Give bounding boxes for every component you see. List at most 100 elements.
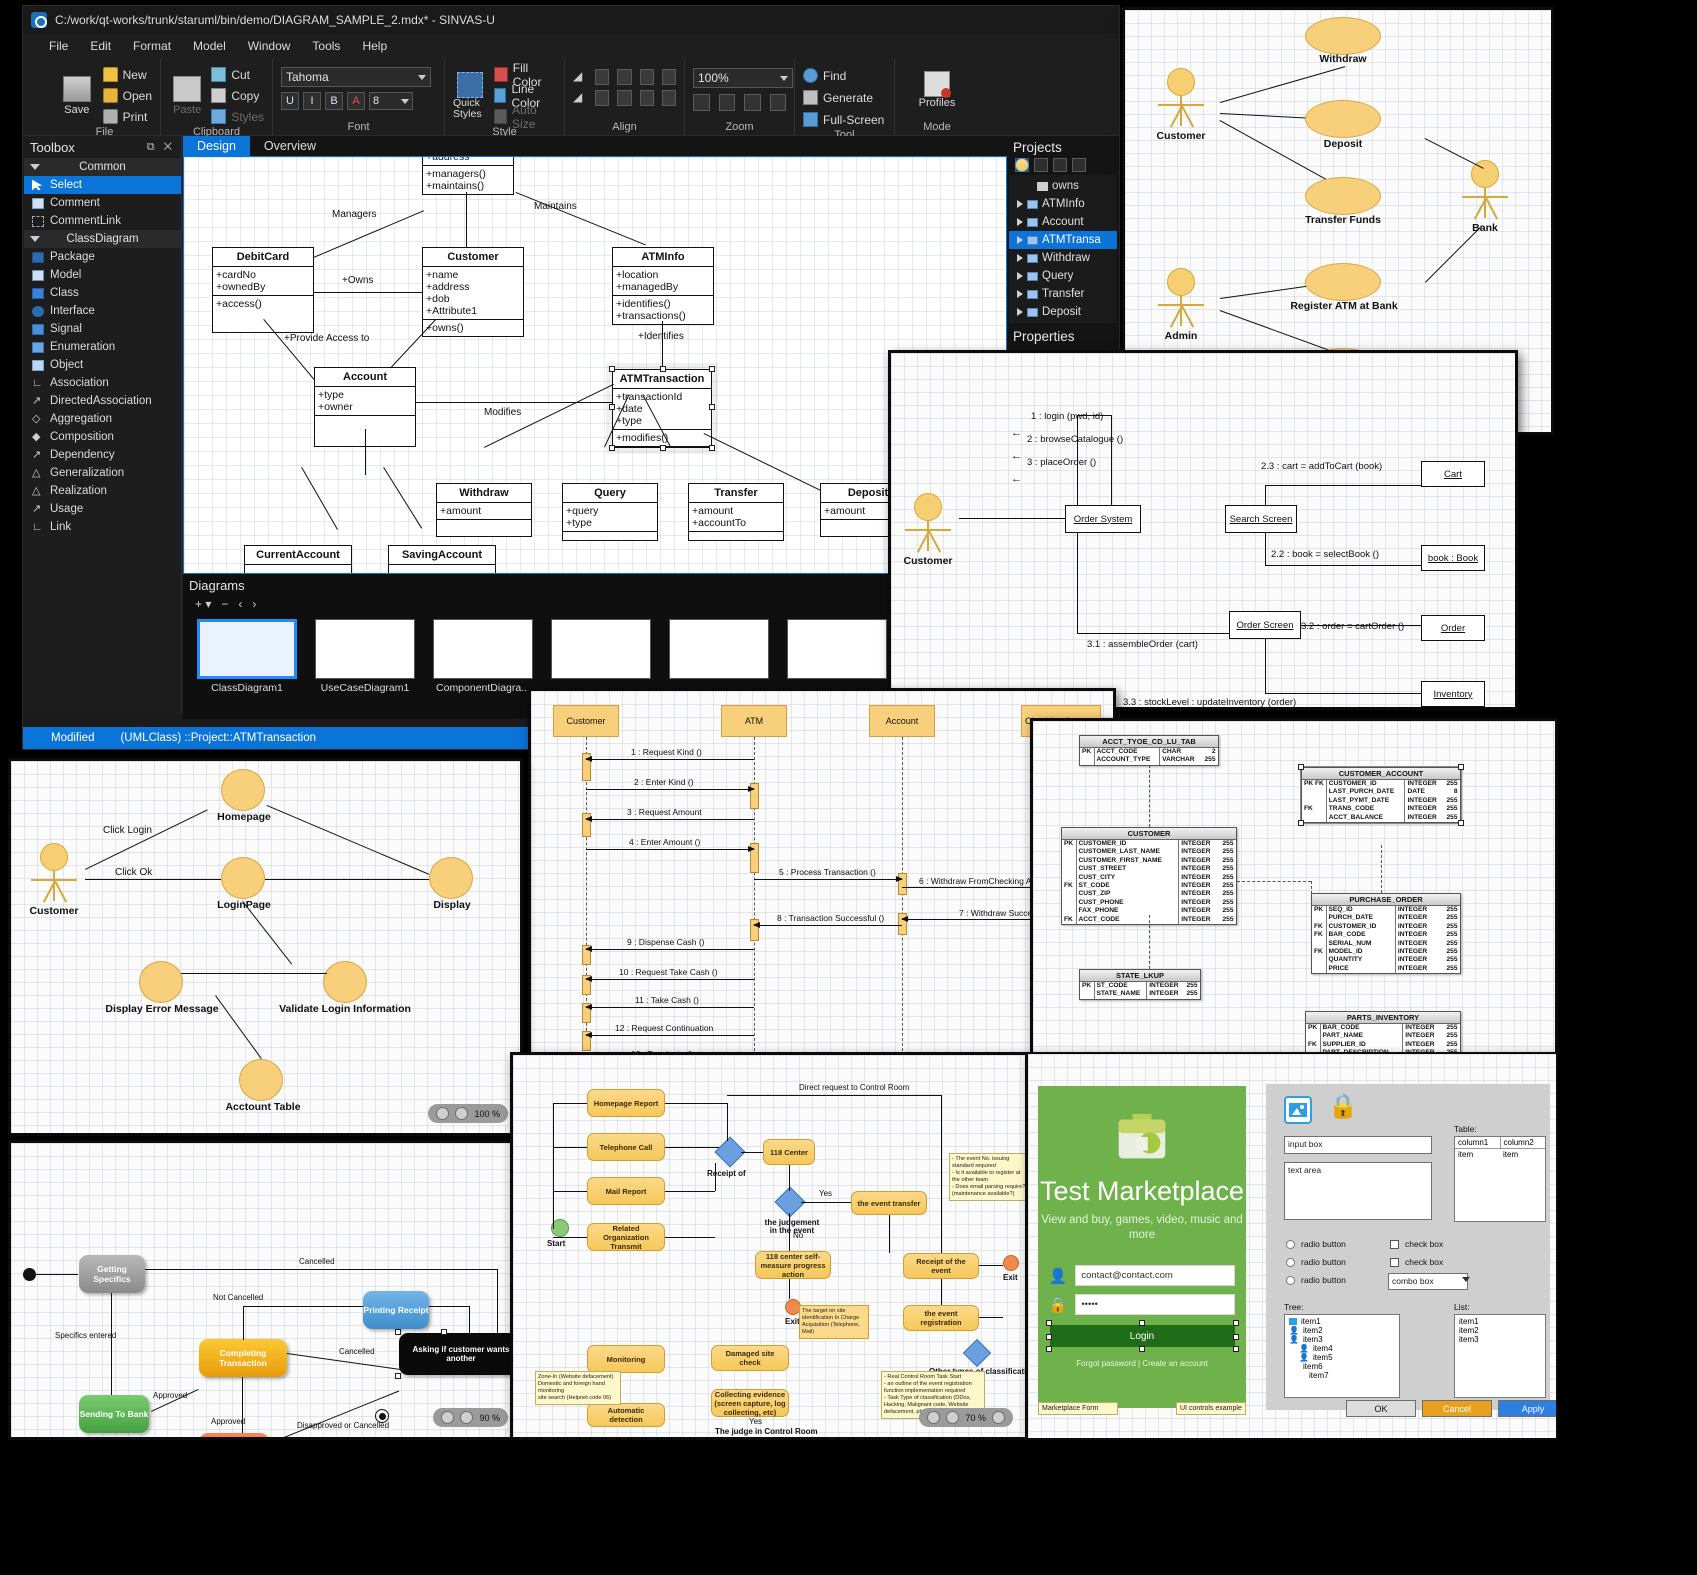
usecase-actor-customer[interactable]: Customer (1151, 68, 1211, 142)
ui-controls-panel[interactable]: 🔒 input box text area radio button radio… (1266, 1084, 1550, 1410)
marketplace-footer-links[interactable]: Forgot password | Create an account (1076, 1359, 1207, 1368)
quick-styles-button[interactable]: Quick Styles (453, 71, 488, 120)
state-getting-specifics[interactable]: Getting Specifics (79, 1255, 145, 1293)
login-button[interactable]: Login (1049, 1325, 1235, 1347)
align-center-icon[interactable] (639, 90, 654, 106)
objectflow-node-loginpage[interactable] (221, 857, 265, 899)
class-node-withdraw[interactable]: Withdraw +amount (436, 483, 532, 537)
state-asking-another[interactable]: Asking if customer wants another (395, 1329, 520, 1379)
toolbox-item-object[interactable]: Object (24, 356, 181, 374)
pan-tool-icon[interactable] (441, 1411, 455, 1424)
class-node-bank[interactable]: Bank +address +managers() +maintains() (422, 157, 514, 195)
comm-actor-customer[interactable]: Customer (897, 493, 959, 567)
toolbox-item-dependency[interactable]: ↗ Dependency (24, 446, 181, 464)
resize-handle[interactable] (609, 445, 615, 451)
resize-handle[interactable] (609, 404, 615, 410)
usecase-actor-bank[interactable]: Bank (1455, 160, 1515, 234)
align-right-icon[interactable] (617, 90, 632, 106)
diagram-thumbnail[interactable] (551, 619, 651, 694)
new-button[interactable]: New (102, 65, 152, 84)
toolbox-item-aggregation[interactable]: ◇ Aggregation (24, 410, 181, 428)
resize-handle[interactable] (395, 1373, 401, 1379)
objectflow-node-homepage[interactable] (221, 769, 265, 811)
expand-arrow-icon[interactable] (1017, 272, 1023, 280)
pan-tool-icon[interactable] (436, 1107, 450, 1120)
list-widget[interactable]: item1 item2 item3 (1454, 1314, 1546, 1398)
tree-item-transfer[interactable]: Transfer (1009, 285, 1117, 303)
tree-item[interactable]: 👤 item5 (1289, 1353, 1399, 1362)
align-middle-icon[interactable] (639, 69, 654, 85)
state-sending-to-bank[interactable]: Sending To Bank (79, 1395, 149, 1433)
lifeline-head-customer[interactable]: Customer (553, 705, 619, 737)
diagram-thumbnail[interactable] (787, 619, 887, 694)
activity-automatic-detection[interactable]: Automatic detection (587, 1403, 665, 1427)
activity-related-org-transmit[interactable]: Related Organization Transmit (587, 1223, 665, 1251)
toolbox-item-select[interactable]: Select (24, 176, 181, 194)
resize-handle[interactable] (1232, 1346, 1239, 1352)
radio-button-3[interactable] (1286, 1276, 1295, 1285)
lifeline-head-atm[interactable]: ATM (721, 705, 787, 737)
toolbox-item-usage[interactable]: ↗ Usage (24, 500, 181, 518)
activity-zoom-bar[interactable]: 70 % (919, 1408, 1013, 1427)
activity-damaged-site-check[interactable]: Damaged site check (711, 1345, 789, 1371)
activity-diagram-window[interactable]: Start Homepage Report Telephone Call Mai… (510, 1052, 1028, 1440)
open-button[interactable]: Open (102, 86, 152, 105)
align-bottom-icon[interactable] (617, 69, 632, 85)
tree-root-item[interactable]: owns (1009, 177, 1117, 195)
tree-item-deposit[interactable]: Deposit (1009, 303, 1117, 321)
add-diagram-button[interactable]: + ▾ (195, 597, 211, 611)
toolbox-item-directedassociation[interactable]: ↗ DirectedAssociation (24, 392, 181, 410)
resize-handle[interactable] (609, 366, 615, 372)
tree-item-atminfo[interactable]: ATMInfo (1009, 195, 1117, 213)
ok-button[interactable]: OK (1346, 1400, 1416, 1417)
next-diagram-button[interactable]: › (252, 597, 256, 611)
activity-mail-report[interactable]: Mail Report (587, 1177, 665, 1205)
toolbox-section-common[interactable]: Common (24, 158, 181, 176)
zoom-actual-size-icon[interactable] (769, 94, 786, 111)
email-field[interactable]: contact@contact.com (1075, 1265, 1236, 1286)
align-distribute-h-icon[interactable] (661, 69, 676, 85)
tree-item-withdraw[interactable]: Withdraw (1009, 249, 1117, 267)
password-field[interactable]: ••••• (1075, 1294, 1236, 1315)
collapse-all-icon[interactable] (1034, 158, 1048, 172)
toolbox-item-realization[interactable]: △ Realization (24, 482, 181, 500)
ui-mockup-window[interactable]: Test Marketplace View and buy, games, vi… (1026, 1052, 1558, 1440)
resize-handle[interactable] (1232, 1334, 1239, 1340)
communication-diagram-window[interactable]: Customer Order System Search Screen Orde… (888, 350, 1518, 710)
cancel-button[interactable]: Cancel (1422, 1400, 1492, 1417)
resize-handle[interactable] (1045, 1346, 1052, 1352)
bold-button[interactable]: B (325, 92, 343, 110)
lifeline-head-account[interactable]: Account (869, 705, 935, 737)
usecase-actor-admin[interactable]: Admin (1151, 268, 1211, 342)
find-button[interactable]: Find (803, 66, 886, 85)
underline-button[interactable]: U (281, 92, 299, 110)
objectflow-node-display[interactable] (429, 857, 473, 899)
radio-button-2[interactable] (1286, 1258, 1295, 1267)
auto-size-button[interactable]: Auto Size (493, 103, 556, 131)
expand-arrow-icon[interactable] (1017, 290, 1023, 298)
usecase-withdraw[interactable] (1305, 17, 1381, 55)
font-family-select[interactable]: Tahoma (281, 67, 431, 87)
expand-arrow-icon[interactable] (1017, 218, 1023, 226)
apply-button[interactable]: Apply (1498, 1400, 1556, 1417)
table-widget[interactable]: column1 column2 item item (1454, 1136, 1546, 1222)
tree-item[interactable]: 👤 item3 (1289, 1335, 1399, 1344)
font-size-select[interactable]: 8 (369, 92, 413, 110)
tab-overview[interactable]: Overview (250, 136, 330, 156)
class-node-transfer[interactable]: Transfer +amount +accountTo (688, 483, 784, 541)
diagram-thumbnail[interactable]: UseCaseDiagram1 (315, 619, 415, 694)
menu-help[interactable]: Help (362, 39, 387, 53)
toolbox-item-class[interactable]: Class (24, 284, 181, 302)
toolbox-item-enumeration[interactable]: Enumeration (24, 338, 181, 356)
expand-arrow-icon[interactable] (1017, 236, 1023, 244)
activity-collecting-evidence[interactable]: Collecting evidence (screen capture, log… (711, 1389, 789, 1417)
fullscreen-button[interactable]: Full-Screen (803, 110, 886, 129)
toolbox-item-model[interactable]: Model (24, 266, 181, 284)
save-button[interactable]: Save (57, 75, 97, 116)
class-node-savingaccount[interactable]: SavingAccount (388, 545, 496, 573)
diagram-thumbnail[interactable]: ComponentDiagra... (433, 619, 533, 694)
expand-arrow-icon[interactable] (1017, 200, 1023, 208)
toolbox-item-signal[interactable]: Signal (24, 320, 181, 338)
toolbox-item-composition[interactable]: ◆ Composition (24, 428, 181, 446)
state-diagram-window[interactable]: Getting Specifics Printing Receipt Compl… (8, 1140, 523, 1440)
